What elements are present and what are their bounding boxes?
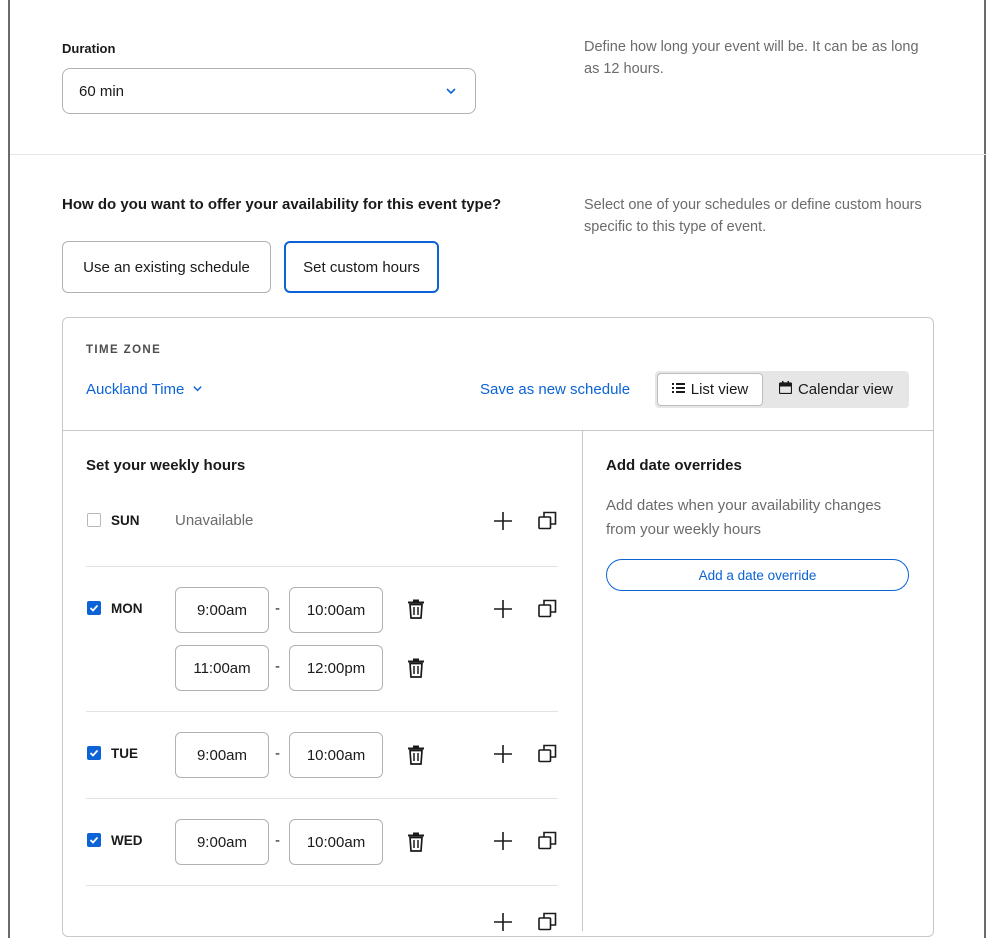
calendar-view-label: Calendar view: [797, 381, 894, 398]
list-view-button[interactable]: List view: [657, 373, 763, 406]
copy-icon[interactable]: [538, 511, 557, 535]
copy-icon[interactable]: [538, 599, 557, 623]
time-separator: -: [275, 600, 280, 617]
tue-checkbox[interactable]: [87, 746, 101, 760]
timezone-label: TIME ZONE: [86, 344, 162, 356]
copy-icon[interactable]: [538, 831, 557, 855]
row-divider: [86, 885, 558, 886]
time-separator: -: [275, 658, 280, 675]
section-divider: [10, 154, 986, 155]
copy-icon[interactable]: [538, 744, 557, 768]
mon-slot1-end[interactable]: 10:00am: [289, 587, 383, 633]
view-toggle: List view Calendar view: [655, 371, 909, 408]
chevron-down-icon: [445, 84, 457, 101]
sun-checkbox[interactable]: [87, 513, 101, 527]
wed-checkbox[interactable]: [87, 833, 101, 847]
date-overrides-title: Add date overrides: [606, 457, 742, 474]
copy-icon[interactable]: [538, 912, 557, 936]
row-divider: [86, 798, 558, 799]
panel-column-divider: [582, 431, 583, 931]
time-separator: -: [275, 745, 280, 762]
duration-select[interactable]: 60 min: [62, 68, 476, 114]
weekly-hours-title: Set your weekly hours: [86, 457, 246, 474]
day-label-wed: WED: [111, 833, 143, 848]
mon-checkbox[interactable]: [87, 601, 101, 615]
row-divider: [86, 566, 558, 567]
chevron-down-icon: [192, 381, 203, 398]
list-icon: [671, 381, 685, 398]
availability-help: Select one of your schedules or define c…: [584, 197, 922, 235]
custom-hours-option[interactable]: Set custom hours: [284, 241, 439, 293]
tue-slot1-start[interactable]: 9:00am: [175, 732, 269, 778]
duration-label: Duration: [62, 41, 116, 56]
plus-icon[interactable]: [493, 511, 513, 536]
sun-unavailable: Unavailable: [175, 512, 254, 529]
save-as-schedule-link[interactable]: Save as new schedule: [480, 381, 630, 398]
mon-slot1-start[interactable]: 9:00am: [175, 587, 269, 633]
duration-help: Define how long your event will be. It c…: [584, 39, 919, 77]
existing-schedule-option[interactable]: Use an existing schedule: [62, 241, 271, 293]
tue-slot1-end[interactable]: 10:00am: [289, 732, 383, 778]
mon-slot2-start[interactable]: 11:00am: [175, 645, 269, 691]
date-overrides-description: Add dates when your availability changes…: [606, 497, 882, 538]
trash-icon[interactable]: [407, 745, 425, 770]
trash-icon[interactable]: [407, 658, 425, 683]
duration-value: 60 min: [79, 82, 125, 100]
mon-slot2-end[interactable]: 12:00pm: [289, 645, 383, 691]
day-label-tue: TUE: [111, 746, 138, 761]
wed-slot1-end[interactable]: 10:00am: [289, 819, 383, 865]
plus-icon[interactable]: [493, 744, 513, 769]
row-divider: [86, 711, 558, 712]
calendar-icon: [778, 381, 793, 398]
timezone-dropdown[interactable]: Auckland Time: [86, 381, 203, 398]
plus-icon[interactable]: [493, 599, 513, 624]
calendar-view-button[interactable]: Calendar view: [765, 373, 907, 406]
time-separator: -: [275, 832, 280, 849]
trash-icon[interactable]: [407, 832, 425, 857]
availability-question: How do you want to offer your availabili…: [62, 196, 502, 213]
wed-slot1-start[interactable]: 9:00am: [175, 819, 269, 865]
trash-icon[interactable]: [407, 599, 425, 624]
list-view-label: List view: [690, 381, 749, 398]
timezone-value: Auckland Time: [86, 381, 185, 398]
panel-divider: [63, 430, 933, 431]
plus-icon[interactable]: [493, 912, 513, 937]
add-date-override-button[interactable]: Add a date override: [606, 559, 909, 591]
day-label-sun: SUN: [111, 513, 140, 528]
plus-icon[interactable]: [493, 831, 513, 856]
day-label-mon: MON: [111, 601, 143, 616]
